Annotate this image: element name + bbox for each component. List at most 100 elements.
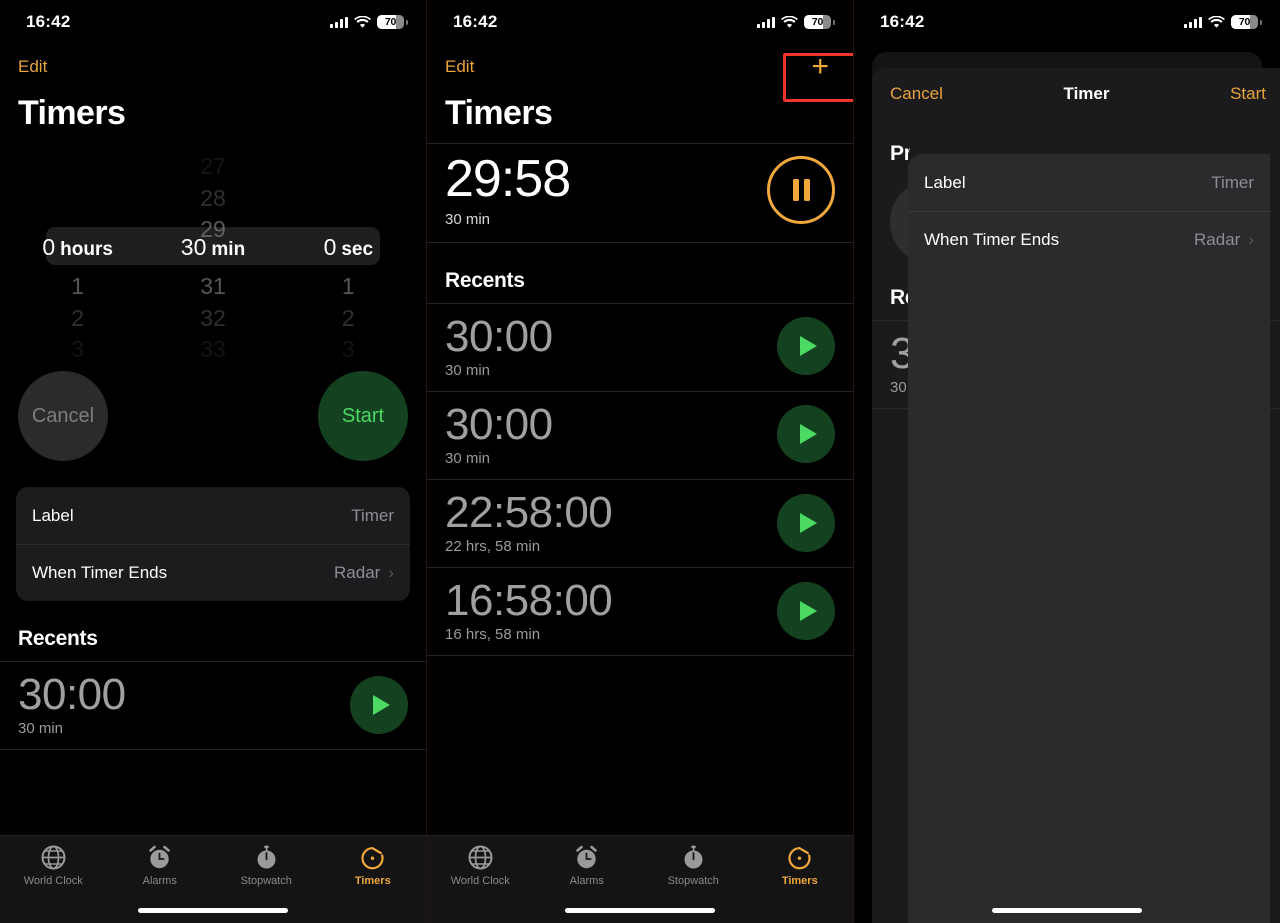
pause-icon-bar <box>803 178 810 201</box>
edit-button[interactable]: Edit <box>445 57 474 77</box>
recent-item-text: 30:00 30 min <box>445 399 553 467</box>
cancel-button[interactable]: Cancel <box>18 371 108 461</box>
label-row-value: Timer <box>351 505 394 525</box>
tab-label: Timers <box>781 875 818 887</box>
nav-bar: Edit <box>0 44 426 90</box>
picker-selected-minutes[interactable]: 30min <box>145 234 280 261</box>
picker-selected-hours[interactable]: 0hours <box>10 234 145 261</box>
play-button[interactable] <box>777 405 835 464</box>
when-timer-ends-value: Radar › <box>334 563 394 582</box>
play-icon <box>799 600 817 621</box>
tab-label: Stopwatch <box>240 875 292 887</box>
edit-button[interactable]: Edit <box>18 57 47 77</box>
list-item[interactable]: 30:00 30 min <box>427 392 853 480</box>
when-timer-ends-row[interactable]: When Timer Ends Radar › <box>908 211 1270 268</box>
recent-subtitle: 22 hrs, 58 min <box>445 538 541 556</box>
when-timer-ends-value: Radar › <box>1194 230 1254 249</box>
sheet-cancel-button[interactable]: Cancel <box>890 84 943 104</box>
recent-time: 30:00 <box>445 311 553 361</box>
status-bar-time: 16:42 <box>880 12 925 31</box>
tab-alarms[interactable]: Alarms <box>107 844 214 887</box>
home-indicator[interactable] <box>992 908 1142 913</box>
tab-stopwatch[interactable]: Stopwatch <box>640 844 747 887</box>
list-item[interactable]: 22:58:00 22 hrs, 58 min <box>427 480 853 569</box>
tab-world-clock[interactable]: World Clock <box>427 844 534 887</box>
recent-time: 30:00 <box>445 399 553 449</box>
cellular-bars-icon <box>757 16 775 28</box>
play-button[interactable] <box>777 581 835 640</box>
alarm-clock-icon <box>573 844 600 871</box>
recent-item-text: 16:58:00 16 hrs, 58 min <box>445 576 613 644</box>
timer-icon <box>359 844 386 871</box>
recent-time: 30:00 <box>18 670 126 719</box>
globe-icon <box>40 844 67 871</box>
picker-action-buttons: Cancel Start <box>0 349 426 461</box>
picker-option[interactable]: 33 <box>145 336 280 363</box>
list-item[interactable]: 30:00 30 min <box>0 662 426 751</box>
sheet-nav-bar: Cancel Timer Start <box>872 68 1280 120</box>
tab-timers[interactable]: Timers <box>320 844 427 887</box>
sheet-start-button[interactable]: Start <box>1230 84 1266 104</box>
play-icon <box>799 424 817 445</box>
cellular-bars-icon <box>1184 16 1202 28</box>
label-row[interactable]: Label Timer <box>16 487 410 544</box>
picker-column-hours[interactable]: 0hours 1 2 3 <box>10 143 145 362</box>
tab-alarms[interactable]: Alarms <box>534 844 641 887</box>
home-indicator[interactable] <box>138 908 288 913</box>
wifi-icon <box>781 15 798 29</box>
battery-icon: 70 <box>1231 15 1263 29</box>
start-button[interactable]: Start <box>318 371 408 461</box>
tab-label: Stopwatch <box>667 875 719 887</box>
recents-heading: Recents <box>445 268 525 292</box>
list-item[interactable]: 16:58:00 16 hrs, 58 min <box>427 568 853 657</box>
status-bar-indicators: 70 <box>1184 15 1263 29</box>
active-timer-row[interactable]: 29:58 30 min <box>427 143 853 243</box>
label-row-value: Timer <box>1211 172 1254 192</box>
picker-option[interactable]: 32 <box>145 305 280 332</box>
globe-icon <box>467 844 494 871</box>
picker-option[interactable]: 1 <box>10 273 145 300</box>
recent-time: 16:58:00 <box>445 576 613 626</box>
list-item[interactable]: 30:00 30 min <box>427 304 853 392</box>
status-bar: 16:42 70 <box>0 0 426 44</box>
status-bar-indicators: 70 <box>757 15 836 29</box>
recent-subtitle: 30 min <box>445 361 491 379</box>
play-button[interactable] <box>777 317 835 376</box>
stopwatch-icon <box>680 844 707 871</box>
tab-timers[interactable]: Timers <box>747 844 854 887</box>
tab-world-clock[interactable]: World Clock <box>0 844 107 887</box>
when-timer-ends-row[interactable]: When Timer Ends Radar › <box>16 544 410 601</box>
picker-column-minutes[interactable]: 27 28 29 30min 31 32 33 <box>145 143 280 362</box>
active-timer-text: 29:58 30 min <box>445 152 571 228</box>
duration-picker[interactable]: 0hours 1 2 3 27 28 29 30min 31 32 33 <box>10 143 416 362</box>
picker-option[interactable]: 2 <box>10 305 145 332</box>
add-timer-button[interactable]: + <box>805 52 835 82</box>
play-button[interactable] <box>777 493 835 552</box>
recents-heading: Recents <box>18 627 98 650</box>
picker-option[interactable]: 3 <box>281 336 416 363</box>
recents-list: 30:00 30 min 30:00 30 min 22:58:00 22 hr… <box>427 302 853 657</box>
picker-option[interactable]: 27 <box>145 153 280 180</box>
timer-settings-card: Label Timer When Timer Ends Radar › <box>908 154 1270 923</box>
recents-list: 30:00 30 min <box>0 661 426 751</box>
recent-subtitle: 16 hrs, 58 min <box>445 626 541 644</box>
panel-add-timer-sheet: 16:42 70 Cancel Timer Start Label Timer … <box>854 0 1280 923</box>
tab-label: World Clock <box>450 875 510 887</box>
tab-stopwatch[interactable]: Stopwatch <box>213 844 320 887</box>
label-row[interactable]: Label Timer <box>908 154 1270 211</box>
chevron-right-icon: › <box>1248 230 1254 249</box>
tab-label: World Clock <box>23 875 83 887</box>
picker-option[interactable]: 3 <box>10 336 145 363</box>
alarm-clock-icon <box>146 844 173 871</box>
picker-option[interactable]: 28 <box>145 185 280 212</box>
picker-option[interactable]: 1 <box>281 273 416 300</box>
pause-button[interactable] <box>767 155 835 224</box>
picker-option[interactable]: 31 <box>145 273 280 300</box>
add-timer-sheet: Cancel Timer Start 0hours 1 2 3 <box>872 68 1280 923</box>
picker-option[interactable]: 2 <box>281 305 416 332</box>
recent-subtitle: 30 min <box>445 449 491 467</box>
play-button[interactable] <box>350 675 408 734</box>
picker-selected-seconds[interactable]: 0sec <box>281 234 416 261</box>
home-indicator[interactable] <box>565 908 715 913</box>
picker-column-seconds[interactable]: 0sec 1 2 3 <box>281 143 416 362</box>
